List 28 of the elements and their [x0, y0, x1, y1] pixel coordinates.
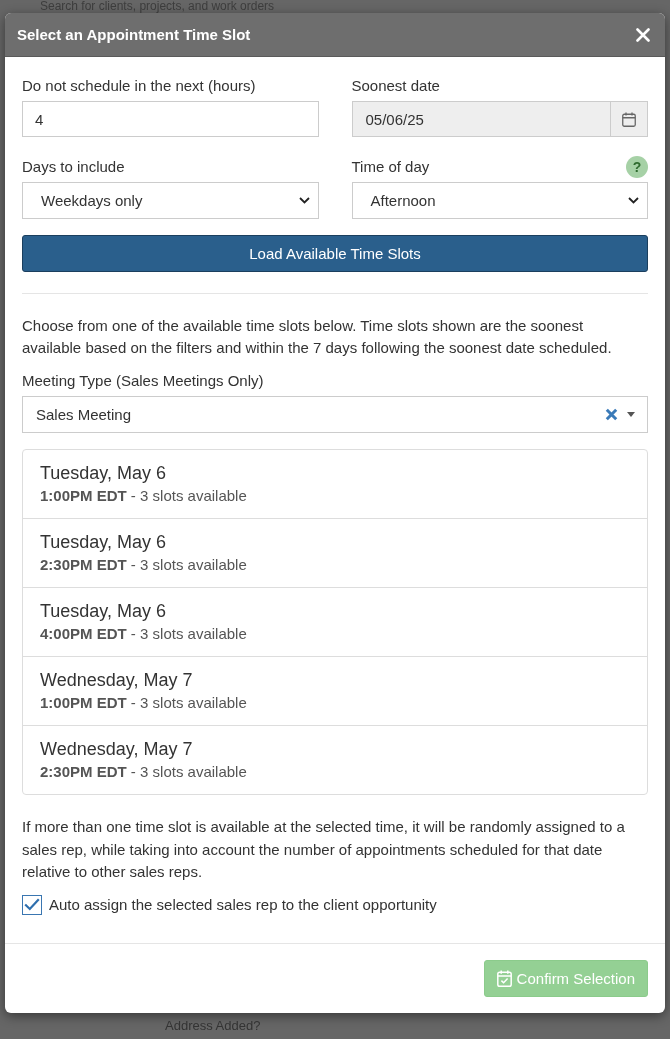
chevron-down-icon [628, 197, 639, 204]
dialog-title: Select an Appointment Time Slot [17, 26, 251, 43]
auto-assign-checkbox[interactable] [22, 894, 42, 915]
dropdown-select[interactable]: Afternoon [351, 182, 648, 219]
field-label: Meeting Type (Sales Meetings Only) [22, 371, 264, 391]
time-slot-option[interactable]: Tuesday, May 6 1:00PM EDT - 3 slots available [23, 450, 647, 518]
time-slot-option[interactable]: Tuesday, May 6 2:30PM EDT - 3 slots available [23, 518, 647, 587]
chevron-down-icon [298, 197, 310, 204]
help-button[interactable]: ? [626, 156, 648, 178]
clear-icon[interactable] [605, 408, 618, 421]
checkbox-label[interactable]: Auto assign the selected sales rep to the client opportunity [49, 893, 437, 916]
field-label: Days to include [22, 157, 125, 177]
instructions-text: Choose from one of the available time slots below. Time slots shown are the soonest available based on the filters and within the 7 days following the soonest date scheduled. [22, 316, 613, 358]
hours-input[interactable]: 4 [22, 101, 319, 137]
calendar-check-icon [496, 969, 512, 987]
load-slots-button[interactable]: Load Available Time Slots [22, 235, 648, 272]
field-label: Soonest date [351, 76, 440, 96]
checkmark-icon [24, 898, 40, 911]
time-slot-option[interactable]: Wednesday, May 7 2:30PM EDT - 3 slots available [23, 725, 647, 794]
field-label: Time of day [351, 157, 430, 177]
meeting-type-select[interactable]: Sales Meeting [22, 396, 648, 433]
field-label: Do not schedule in the next (hours) [22, 76, 256, 96]
dropdown-select[interactable]: Weekdays only [22, 182, 319, 219]
caret-down-icon [627, 412, 635, 417]
time-slot-option[interactable]: Tuesday, May 6 4:00PM EDT - 3 slots available [23, 587, 647, 656]
assignment-note: If more than one time slot is available at the selected time, it will be randomly assigned to a sales rep, while taking into account the number of appointments scheduled for that date relative to other sales reps. [22, 817, 626, 882]
time-slot-option[interactable]: Wednesday, May 7 1:00PM EDT - 3 slots available [23, 656, 647, 725]
close-icon [636, 27, 650, 42]
